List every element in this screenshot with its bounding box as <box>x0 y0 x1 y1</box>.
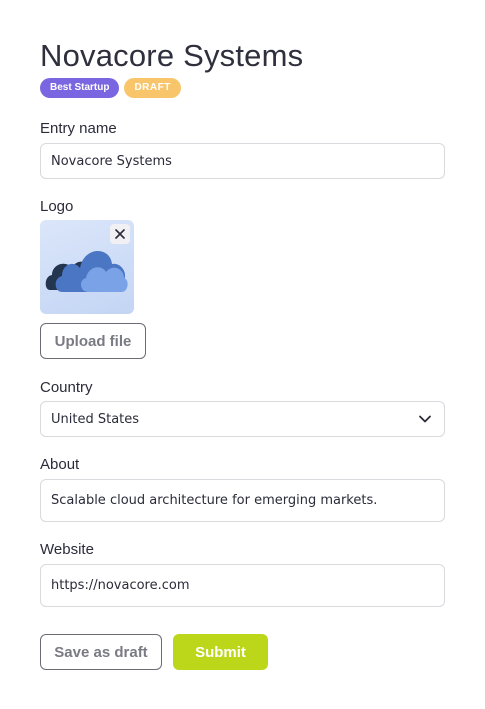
website-value: https://novacore.com <box>51 578 190 593</box>
about-label: About <box>40 456 80 473</box>
upload-file-button[interactable]: Upload file <box>40 323 146 359</box>
remove-logo-button[interactable] <box>110 224 130 244</box>
close-icon <box>115 229 125 239</box>
website-label: Website <box>40 541 94 558</box>
page-title: Novacore Systems <box>40 38 304 73</box>
website-input[interactable]: https://novacore.com <box>40 564 445 607</box>
logo-label: Logo <box>40 198 74 215</box>
submit-button[interactable]: Submit <box>173 634 268 670</box>
save-draft-button[interactable]: Save as draft <box>40 634 162 670</box>
entry-name-value: Novacore Systems <box>51 153 172 169</box>
category-badge: Best Startup <box>40 78 120 98</box>
status-badge: DRAFT <box>124 78 181 98</box>
badge-group: Best Startup DRAFT <box>40 78 181 98</box>
country-label: Country <box>40 379 93 396</box>
chevron-down-icon <box>419 415 431 423</box>
about-textarea[interactable]: Scalable cloud architecture for emerging… <box>40 479 445 522</box>
logo-preview <box>40 220 134 314</box>
country-value: United States <box>51 411 140 427</box>
about-value: Scalable cloud architecture for emerging… <box>51 493 378 508</box>
entry-name-label: Entry name <box>40 120 117 137</box>
entry-name-input[interactable]: Novacore Systems <box>40 143 445 179</box>
country-select[interactable]: United States <box>40 401 445 437</box>
